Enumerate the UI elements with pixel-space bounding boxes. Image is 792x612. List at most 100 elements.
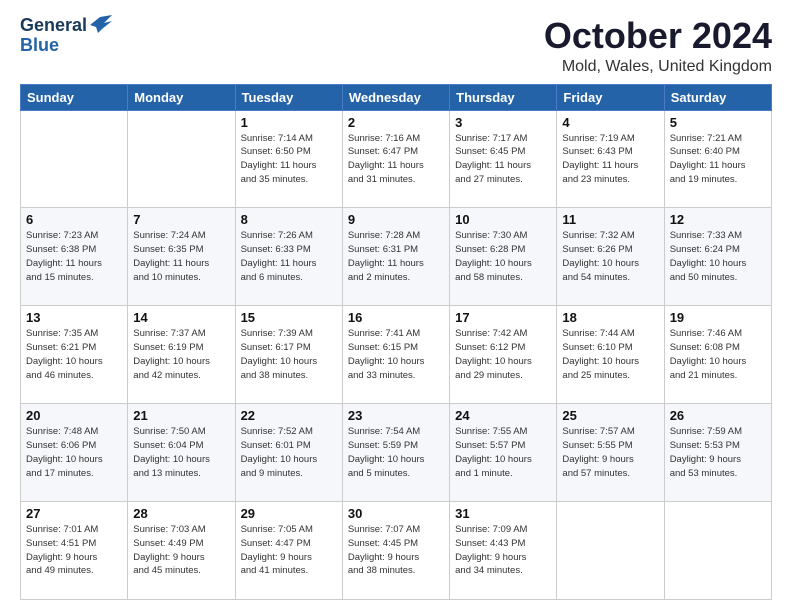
logo-bird-icon [90, 15, 112, 33]
month-title: October 2024 [544, 16, 772, 56]
header: General Blue October 2024 Mold, Wales, U… [20, 16, 772, 76]
calendar-cell: 4 Sunrise: 7:19 AM Sunset: 6:43 PM Daylig… [557, 110, 664, 208]
weekday-header-friday: Friday [557, 84, 664, 110]
day-info: Sunrise: 7:30 AM Sunset: 6:28 PM Dayligh… [455, 229, 551, 284]
weekday-header-wednesday: Wednesday [342, 84, 449, 110]
day-info: Sunrise: 7:35 AM Sunset: 6:21 PM Dayligh… [26, 327, 122, 382]
location: Mold, Wales, United Kingdom [544, 58, 772, 76]
day-number: 12 [670, 212, 766, 227]
day-info: Sunrise: 7:46 AM Sunset: 6:08 PM Dayligh… [670, 327, 766, 382]
day-number: 11 [562, 212, 658, 227]
day-number: 9 [348, 212, 444, 227]
day-info: Sunrise: 7:55 AM Sunset: 5:57 PM Dayligh… [455, 425, 551, 480]
calendar-cell: 1Sunrise: 7:14 AM Sunset: 6:50 PM Daylig… [235, 110, 342, 208]
calendar-cell [664, 502, 771, 600]
day-info: Sunrise: 7:39 AM Sunset: 6:17 PM Dayligh… [241, 327, 337, 382]
calendar-cell [128, 110, 235, 208]
day-number: 17 [455, 310, 551, 325]
day-info: Sunrise: 7:21 AM Sunset: 6:40 PM Dayligh… [670, 132, 766, 187]
day-info: Sunrise: 7:28 AM Sunset: 6:31 PM Dayligh… [348, 229, 444, 284]
calendar-cell: 25Sunrise: 7:57 AM Sunset: 5:55 PM Dayli… [557, 404, 664, 502]
day-info: Sunrise: 7:07 AM Sunset: 4:45 PM Dayligh… [348, 523, 444, 578]
day-number: 26 [670, 408, 766, 423]
calendar-cell: 24Sunrise: 7:55 AM Sunset: 5:57 PM Dayli… [450, 404, 557, 502]
calendar-cell: 26 Sunrise: 7:59 AM Sunset: 5:53 PM Dayli… [664, 404, 771, 502]
day-info: Sunrise: 7:41 AM Sunset: 6:15 PM Dayligh… [348, 327, 444, 382]
day-info: Sunrise: 7:23 AM Sunset: 6:38 PM Dayligh… [26, 229, 122, 284]
day-info: Sunrise: 7:59 AM Sunset: 5:53 PM Dayligh… [670, 425, 766, 480]
day-number: 3 [455, 115, 551, 130]
calendar-cell: 11 Sunrise: 7:32 AM Sunset: 6:26 PM Dayli… [557, 208, 664, 306]
day-info: Sunrise: 7:44 AM Sunset: 6:10 PM Dayligh… [562, 327, 658, 382]
weekday-header-sunday: Sunday [21, 84, 128, 110]
day-info: Sunrise: 7:50 AM Sunset: 6:04 PM Dayligh… [133, 425, 229, 480]
calendar-cell: 6 Sunrise: 7:23 AM Sunset: 6:38 PM Daylig… [21, 208, 128, 306]
week-row-4: 20 Sunrise: 7:48 AM Sunset: 6:06 PM Dayli… [21, 404, 772, 502]
day-info: Sunrise: 7:03 AM Sunset: 4:49 PM Dayligh… [133, 523, 229, 578]
calendar-cell: 12 Sunrise: 7:33 AM Sunset: 6:24 PM Dayli… [664, 208, 771, 306]
day-info: Sunrise: 7:24 AM Sunset: 6:35 PM Dayligh… [133, 229, 229, 284]
calendar-cell: 19 Sunrise: 7:46 AM Sunset: 6:08 PM Dayli… [664, 306, 771, 404]
day-info: Sunrise: 7:54 AM Sunset: 5:59 PM Dayligh… [348, 425, 444, 480]
day-number: 31 [455, 506, 551, 521]
calendar-cell: 29 Sunrise: 7:05 AM Sunset: 4:47 PM Dayli… [235, 502, 342, 600]
day-number: 14 [133, 310, 229, 325]
calendar-cell: 13 Sunrise: 7:35 AM Sunset: 6:21 PM Dayli… [21, 306, 128, 404]
calendar-cell: 31 Sunrise: 7:09 AM Sunset: 4:43 PM Dayli… [450, 502, 557, 600]
day-number: 29 [241, 506, 337, 521]
calendar-cell: 17Sunrise: 7:42 AM Sunset: 6:12 PM Dayli… [450, 306, 557, 404]
weekday-header-row: SundayMondayTuesdayWednesdayThursdayFrid… [21, 84, 772, 110]
day-info: Sunrise: 7:01 AM Sunset: 4:51 PM Dayligh… [26, 523, 122, 578]
logo: General Blue [20, 16, 112, 56]
title-section: October 2024 Mold, Wales, United Kingdom [544, 16, 772, 76]
calendar-cell: 16Sunrise: 7:41 AM Sunset: 6:15 PM Dayli… [342, 306, 449, 404]
calendar-cell [21, 110, 128, 208]
day-info: Sunrise: 7:33 AM Sunset: 6:24 PM Dayligh… [670, 229, 766, 284]
day-number: 23 [348, 408, 444, 423]
calendar-cell: 14Sunrise: 7:37 AM Sunset: 6:19 PM Dayli… [128, 306, 235, 404]
calendar-cell: 7Sunrise: 7:24 AM Sunset: 6:35 PM Daylig… [128, 208, 235, 306]
day-number: 15 [241, 310, 337, 325]
calendar-cell [557, 502, 664, 600]
day-number: 22 [241, 408, 337, 423]
day-number: 5 [670, 115, 766, 130]
day-number: 21 [133, 408, 229, 423]
calendar-cell: 21 Sunrise: 7:50 AM Sunset: 6:04 PM Dayli… [128, 404, 235, 502]
day-info: Sunrise: 7:05 AM Sunset: 4:47 PM Dayligh… [241, 523, 337, 578]
weekday-header-thursday: Thursday [450, 84, 557, 110]
calendar-cell: 10Sunrise: 7:30 AM Sunset: 6:28 PM Dayli… [450, 208, 557, 306]
day-info: Sunrise: 7:52 AM Sunset: 6:01 PM Dayligh… [241, 425, 337, 480]
calendar-cell: 15 Sunrise: 7:39 AM Sunset: 6:17 PM Dayli… [235, 306, 342, 404]
day-info: Sunrise: 7:19 AM Sunset: 6:43 PM Dayligh… [562, 132, 658, 187]
day-number: 27 [26, 506, 122, 521]
day-number: 4 [562, 115, 658, 130]
week-row-2: 6 Sunrise: 7:23 AM Sunset: 6:38 PM Daylig… [21, 208, 772, 306]
calendar-cell: 9 Sunrise: 7:28 AM Sunset: 6:31 PM Daylig… [342, 208, 449, 306]
day-info: Sunrise: 7:48 AM Sunset: 6:06 PM Dayligh… [26, 425, 122, 480]
calendar-cell: 23 Sunrise: 7:54 AM Sunset: 5:59 PM Dayli… [342, 404, 449, 502]
calendar-cell: 5 Sunrise: 7:21 AM Sunset: 6:40 PM Daylig… [664, 110, 771, 208]
weekday-header-saturday: Saturday [664, 84, 771, 110]
logo-general: General [20, 16, 87, 36]
day-number: 13 [26, 310, 122, 325]
calendar-cell: 27 Sunrise: 7:01 AM Sunset: 4:51 PM Dayli… [21, 502, 128, 600]
day-number: 28 [133, 506, 229, 521]
calendar-cell: 8 Sunrise: 7:26 AM Sunset: 6:33 PM Daylig… [235, 208, 342, 306]
calendar-cell: 22 Sunrise: 7:52 AM Sunset: 6:01 PM Dayli… [235, 404, 342, 502]
day-info: Sunrise: 7:14 AM Sunset: 6:50 PM Dayligh… [241, 132, 337, 187]
page: General Blue October 2024 Mold, Wales, U… [0, 0, 792, 612]
weekday-header-monday: Monday [128, 84, 235, 110]
calendar-cell: 3Sunrise: 7:17 AM Sunset: 6:45 PM Daylig… [450, 110, 557, 208]
day-info: Sunrise: 7:26 AM Sunset: 6:33 PM Dayligh… [241, 229, 337, 284]
day-number: 8 [241, 212, 337, 227]
day-number: 19 [670, 310, 766, 325]
weekday-header-tuesday: Tuesday [235, 84, 342, 110]
day-info: Sunrise: 7:32 AM Sunset: 6:26 PM Dayligh… [562, 229, 658, 284]
day-info: Sunrise: 7:57 AM Sunset: 5:55 PM Dayligh… [562, 425, 658, 480]
day-number: 20 [26, 408, 122, 423]
calendar-cell: 20 Sunrise: 7:48 AM Sunset: 6:06 PM Dayli… [21, 404, 128, 502]
day-number: 6 [26, 212, 122, 227]
day-number: 18 [562, 310, 658, 325]
day-info: Sunrise: 7:09 AM Sunset: 4:43 PM Dayligh… [455, 523, 551, 578]
week-row-1: 1Sunrise: 7:14 AM Sunset: 6:50 PM Daylig… [21, 110, 772, 208]
